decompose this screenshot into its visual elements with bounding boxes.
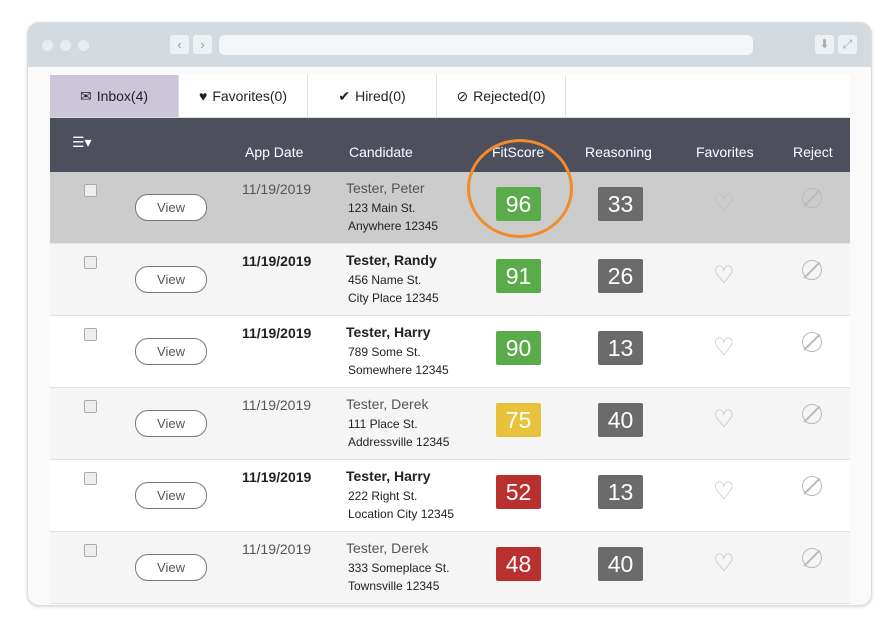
candidate-name: Tester, Harry bbox=[346, 468, 431, 484]
reject-icon[interactable] bbox=[802, 404, 822, 424]
tab-hired[interactable]: ✔ Hired(0) bbox=[308, 75, 437, 117]
col-reasoning[interactable]: Reasoning bbox=[585, 144, 652, 160]
col-reject[interactable]: Reject bbox=[793, 144, 833, 160]
candidate-address: 111 Place St. bbox=[348, 417, 418, 431]
table-row: View 11/19/2019 Tester, Peter 123 Main S… bbox=[50, 172, 850, 244]
view-button[interactable]: View bbox=[135, 338, 207, 365]
candidate-city: Townsville 12345 bbox=[348, 579, 440, 593]
app-date: 11/19/2019 bbox=[242, 253, 312, 269]
view-button[interactable]: View bbox=[135, 554, 207, 581]
reject-icon[interactable] bbox=[802, 188, 822, 208]
candidate-address: 222 Right St. bbox=[348, 489, 418, 503]
fitscore-badge: 48 bbox=[496, 547, 541, 581]
fitscore-badge: 91 bbox=[496, 259, 541, 293]
app-date: 11/19/2019 bbox=[242, 469, 312, 485]
address-bar[interactable] bbox=[219, 35, 753, 55]
table-row: View 11/19/2019 Tester, Randy 456 Name S… bbox=[50, 244, 850, 316]
reasoning-badge: 13 bbox=[598, 475, 643, 509]
tab-favorites[interactable]: ♥ Favorites(0) bbox=[179, 75, 308, 117]
expand-icon[interactable]: ⤢ bbox=[838, 35, 857, 54]
heart-outline-icon[interactable]: ♡ bbox=[713, 477, 735, 506]
applicants-panel: ✉ Inbox(4) ♥ Favorites(0) ✔ Hired(0) ⊘ Rejec… bbox=[50, 75, 850, 604]
reasoning-badge: 33 bbox=[598, 187, 643, 221]
fitscore-badge: 96 bbox=[496, 187, 541, 221]
heart-outline-icon[interactable]: ♡ bbox=[713, 261, 735, 290]
browser-window: ‹ › ⬇ ⤢ ✉ Inbox(4) ♥ Favorites(0) ✔ Hired(0… bbox=[27, 22, 872, 606]
candidate-city: Anywhere 12345 bbox=[348, 219, 439, 233]
fitscore-badge: 90 bbox=[496, 331, 541, 365]
heart-outline-icon[interactable]: ♡ bbox=[713, 405, 735, 434]
col-fitscore[interactable]: FitScore bbox=[492, 144, 544, 160]
back-icon[interactable]: ‹ bbox=[170, 35, 189, 54]
table-row: View 11/19/2019 Tester, Derek 333 Somepl… bbox=[50, 532, 850, 604]
window-dot[interactable] bbox=[78, 40, 89, 51]
row-checkbox[interactable] bbox=[84, 472, 97, 485]
row-checkbox[interactable] bbox=[84, 256, 97, 269]
row-checkbox[interactable] bbox=[84, 544, 97, 557]
browser-toolbar: ‹ › ⬇ ⤢ bbox=[28, 23, 871, 67]
download-icon[interactable]: ⬇ bbox=[815, 35, 834, 54]
candidate-name: Tester, Harry bbox=[346, 324, 431, 340]
col-candidate[interactable]: Candidate bbox=[349, 144, 413, 160]
candidate-name: Tester, Randy bbox=[346, 252, 437, 268]
app-date: 11/19/2019 bbox=[242, 397, 312, 413]
candidate-address: 123 Main St. bbox=[348, 201, 416, 215]
app-date: 11/19/2019 bbox=[242, 181, 312, 197]
heart-outline-icon[interactable]: ♡ bbox=[713, 549, 735, 578]
fitscore-badge: 75 bbox=[496, 403, 541, 437]
heart-icon: ♥ bbox=[199, 88, 208, 104]
col-favorites[interactable]: Favorites bbox=[696, 144, 754, 160]
candidate-name: Tester, Derek bbox=[346, 396, 429, 412]
reasoning-badge: 26 bbox=[598, 259, 643, 293]
forward-icon[interactable]: › bbox=[193, 35, 212, 54]
reject-icon[interactable] bbox=[802, 476, 822, 496]
table-row: View 11/19/2019 Tester, Harry 222 Right … bbox=[50, 460, 850, 532]
candidate-address: 333 Someplace St. bbox=[348, 561, 450, 575]
reasoning-badge: 13 bbox=[598, 331, 643, 365]
app-date: 11/19/2019 bbox=[242, 325, 312, 341]
col-app-date[interactable]: App Date bbox=[245, 144, 303, 160]
table-row: View 11/19/2019 Tester, Harry 789 Some S… bbox=[50, 316, 850, 388]
reasoning-badge: 40 bbox=[598, 403, 643, 437]
app-date: 11/19/2019 bbox=[242, 541, 312, 557]
row-checkbox[interactable] bbox=[84, 400, 97, 413]
row-checkbox[interactable] bbox=[84, 184, 97, 197]
reasoning-badge: 40 bbox=[598, 547, 643, 581]
table-row: View 11/19/2019 Tester, Derek 111 Place … bbox=[50, 388, 850, 460]
table-header: ☰▾ App Date Candidate FitScore Reasoning… bbox=[50, 118, 850, 172]
candidate-name: Tester, Peter bbox=[346, 180, 425, 196]
tab-bar: ✉ Inbox(4) ♥ Favorites(0) ✔ Hired(0) ⊘ Rejec… bbox=[50, 75, 850, 118]
envelope-icon: ✉ bbox=[79, 87, 92, 104]
row-checkbox[interactable] bbox=[84, 328, 97, 341]
view-button[interactable]: View bbox=[135, 482, 207, 509]
heart-outline-icon[interactable]: ♡ bbox=[713, 189, 735, 218]
check-icon: ✔ bbox=[338, 87, 351, 104]
candidate-name: Tester, Derek bbox=[346, 540, 429, 556]
candidate-city: Location City 12345 bbox=[348, 507, 455, 521]
view-button[interactable]: View bbox=[135, 410, 207, 437]
window-dot[interactable] bbox=[60, 40, 71, 51]
view-button[interactable]: View bbox=[135, 266, 207, 293]
candidate-city: Somewhere 12345 bbox=[348, 363, 449, 377]
candidate-address: 789 Some St. bbox=[348, 345, 421, 359]
candidate-address: 456 Name St. bbox=[348, 273, 422, 287]
window-dot[interactable] bbox=[42, 40, 53, 51]
reject-icon[interactable] bbox=[802, 332, 822, 352]
candidate-city: City Place 12345 bbox=[348, 291, 439, 305]
tab-rejected[interactable]: ⊘ Rejected(0) bbox=[437, 75, 566, 117]
reject-icon[interactable] bbox=[802, 548, 822, 568]
reject-icon[interactable] bbox=[802, 260, 822, 280]
heart-outline-icon[interactable]: ♡ bbox=[713, 333, 735, 362]
column-menu-icon[interactable]: ☰▾ bbox=[72, 134, 92, 151]
tab-inbox[interactable]: ✉ Inbox(4) bbox=[50, 75, 179, 117]
fitscore-badge: 52 bbox=[496, 475, 541, 509]
candidate-city: Addressville 12345 bbox=[348, 435, 450, 449]
view-button[interactable]: View bbox=[135, 194, 207, 221]
ban-icon: ⊘ bbox=[456, 87, 469, 104]
